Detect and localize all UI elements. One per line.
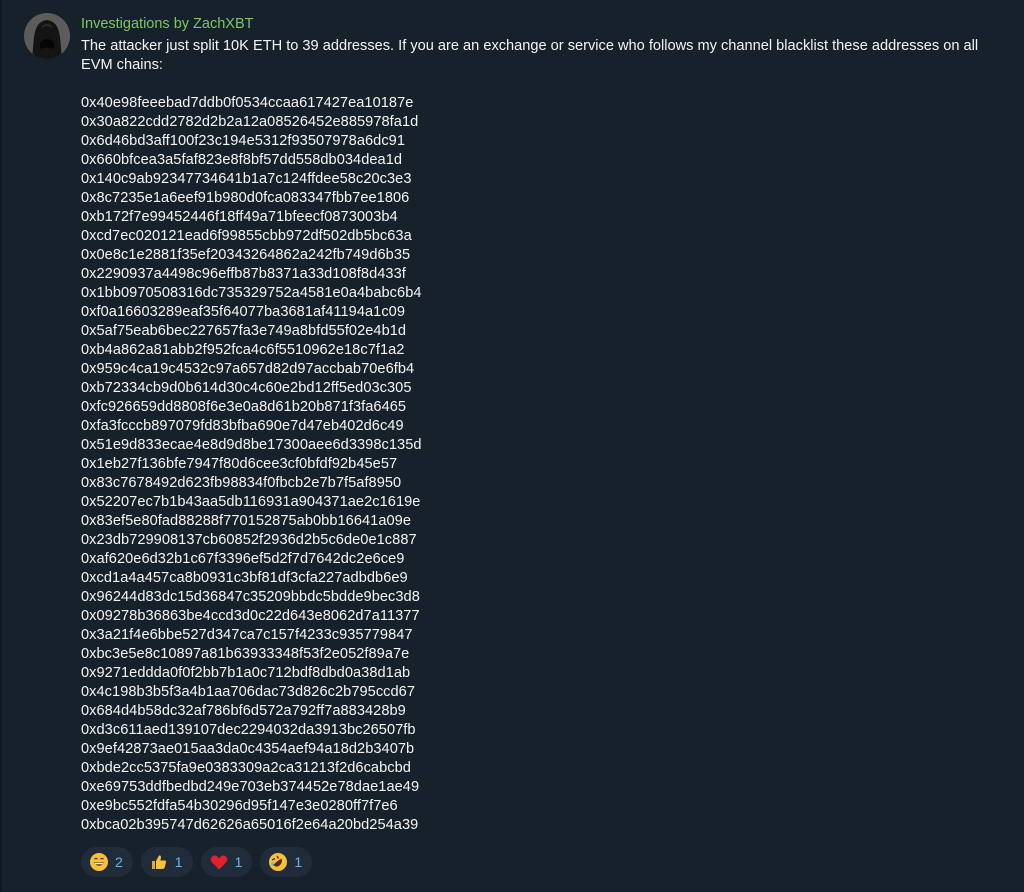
hooded-figure-icon: [24, 13, 70, 59]
address-item: 0xaf620e6d32b1c67f3396ef5d2f7d7642dc2e6c…: [81, 551, 405, 567]
address-item: 0x6d46bd3aff100f23c194e5312f93507978a6dc…: [81, 133, 406, 149]
address-item: 0x83ef5e80fad88288f770152875ab0bb16641a0…: [81, 513, 411, 529]
address-item: 0xe69753ddfbedbd249e703eb374452e78dae1ae…: [81, 779, 420, 795]
reaction-count: 1: [174, 854, 183, 870]
grinning-face-icon: [89, 852, 109, 872]
address-item: 0x9ef42873ae015aa3da0c4354aef94a18d2b340…: [81, 741, 415, 757]
sender-name[interactable]: Investigations by ZachXBT: [81, 15, 981, 33]
address-item: 0xbc3e5e8c10897a81b63933348f53f2e052f89a…: [81, 646, 410, 662]
address-item: 0x2290937a4498c96effb87b8371a33d108f8d43…: [81, 266, 406, 282]
address-item: 0x8c7235e1a6eef91b980d0fca083347fbb7ee18…: [81, 190, 410, 206]
address-item: 0x23db729908137cb60852f2936d2b5c6de0e1c8…: [81, 532, 417, 548]
address-item: 0x83c7678492d623fb98834f0fbcb2e7b7f5af89…: [81, 475, 402, 491]
message-intro: The attacker just split 10K ETH to 39 ad…: [81, 38, 979, 73]
address-item: 0x40e98feeebad7ddb0f0534ccaa617427ea1018…: [81, 95, 414, 111]
address-item: 0xb172f7e99452446f18ff49a71bfeecf0873003…: [81, 209, 398, 225]
address-item: 0x4c198b3b5f3a4b1aa706dac73d826c2b795ccd…: [81, 684, 416, 700]
address-item: 0xfa3fcccb897079fd83bfba690e7d47eb402d6c…: [81, 418, 404, 434]
address-item: 0xe9bc552fdfa54b30296d95f147e3e0280ff7f7…: [81, 798, 398, 814]
address-item: 0x52207ec7b1b43aa5db116931a904371ae2c161…: [81, 494, 421, 510]
address-item: 0xbde2cc5375fa9e0383309a2ca31213f2d6cabc…: [81, 760, 411, 776]
address-item: 0xbca02b395747d62626a65016f2e64a20bd254a…: [81, 817, 419, 833]
reaction-count: 1: [294, 854, 303, 870]
reactions-bar: 2 1 1 1: [81, 847, 313, 877]
address-item: 0x660bfcea3a5faf823e8f8bf57dd558db034dea…: [81, 152, 403, 168]
address-item: 0x5af75eab6bec227657fa3e749a8bfd55f02e4b…: [81, 323, 407, 339]
address-item: 0x959c4ca19c4532c97a657d82d97accbab70e6f…: [81, 361, 415, 377]
address-item: 0xfc926659dd8808f6e3e0a8d61b20b871f3fa64…: [81, 399, 407, 415]
address-item: 0x1eb27f136bfe7947f80d6cee3cf0bfdf92b45e…: [81, 456, 398, 472]
reaction-thumbs-up[interactable]: 1: [140, 847, 193, 877]
address-item: 0xcd1a4a457ca8b0931c3bf81df3cfa227adbdb6…: [81, 570, 408, 586]
thumbs-up-icon: [149, 852, 169, 872]
address-item: 0x30a822cdd2782d2b2a12a08526452e885978fa…: [81, 114, 419, 130]
address-item: 0xf0a16603289eaf35f64077ba3681af41194a1c…: [81, 304, 406, 320]
reaction-rolling-laughing[interactable]: 1: [260, 847, 313, 877]
address-item: 0x51e9d833ecae4e8d9d8be17300aee6d3398c13…: [81, 437, 422, 453]
address-item: 0x140c9ab92347734641b1a7c124ffdee58c20c3…: [81, 171, 412, 187]
reaction-count: 2: [115, 854, 123, 870]
address-item: 0x96244d83dc15d36847c35209bbdc5bdde9bec3…: [81, 589, 420, 605]
address-item: 0x684d4b58dc32af786bf6d572a792ff7a883428…: [81, 703, 406, 719]
address-item: 0x0e8c1e2881f35ef20343264862a242fb749d6b…: [81, 247, 411, 263]
address-item: 0xb4a862a81abb2f952fca4c6f5510962e18c7f1…: [81, 342, 405, 358]
address-item: 0x09278b36863be4ccd3d0c22d643e8062d7a113…: [81, 608, 420, 624]
chat-left-border: [0, 0, 2, 892]
address-list: 0x40e98feeebad7ddb0f0534ccaa617427ea1018…: [81, 94, 981, 835]
address-item: 0x9271eddda0f0f2bb7b1a0c712bdf8dbd0a38d1…: [81, 665, 411, 681]
message-text: The attacker just split 10K ETH to 39 ad…: [81, 37, 981, 835]
address-item: 0xcd7ec020121ead6f99855cbb972df502db5bc6…: [81, 228, 412, 244]
reaction-grinning-face[interactable]: 2: [81, 847, 133, 877]
channel-avatar[interactable]: [24, 13, 70, 59]
address-item: 0xb72334cb9d0b614d30c4c60e2bd12ff5ed03c3…: [81, 380, 412, 396]
address-item: 0x1bb0970508316dc735329752a4581e0a4babc6…: [81, 285, 422, 301]
channel-message: Investigations by ZachXBT The attacker j…: [81, 15, 981, 835]
reaction-red-heart[interactable]: 1: [200, 847, 253, 877]
address-item: 0x3a21f4e6bbe527d347ca7c157f4233c9357798…: [81, 627, 413, 643]
address-item: 0xd3c611aed139107dec2294032da3913bc26507…: [81, 722, 416, 738]
reaction-count: 1: [234, 854, 243, 870]
red-heart-icon: [209, 852, 229, 872]
rolling-on-floor-laughing-icon: [268, 852, 288, 872]
